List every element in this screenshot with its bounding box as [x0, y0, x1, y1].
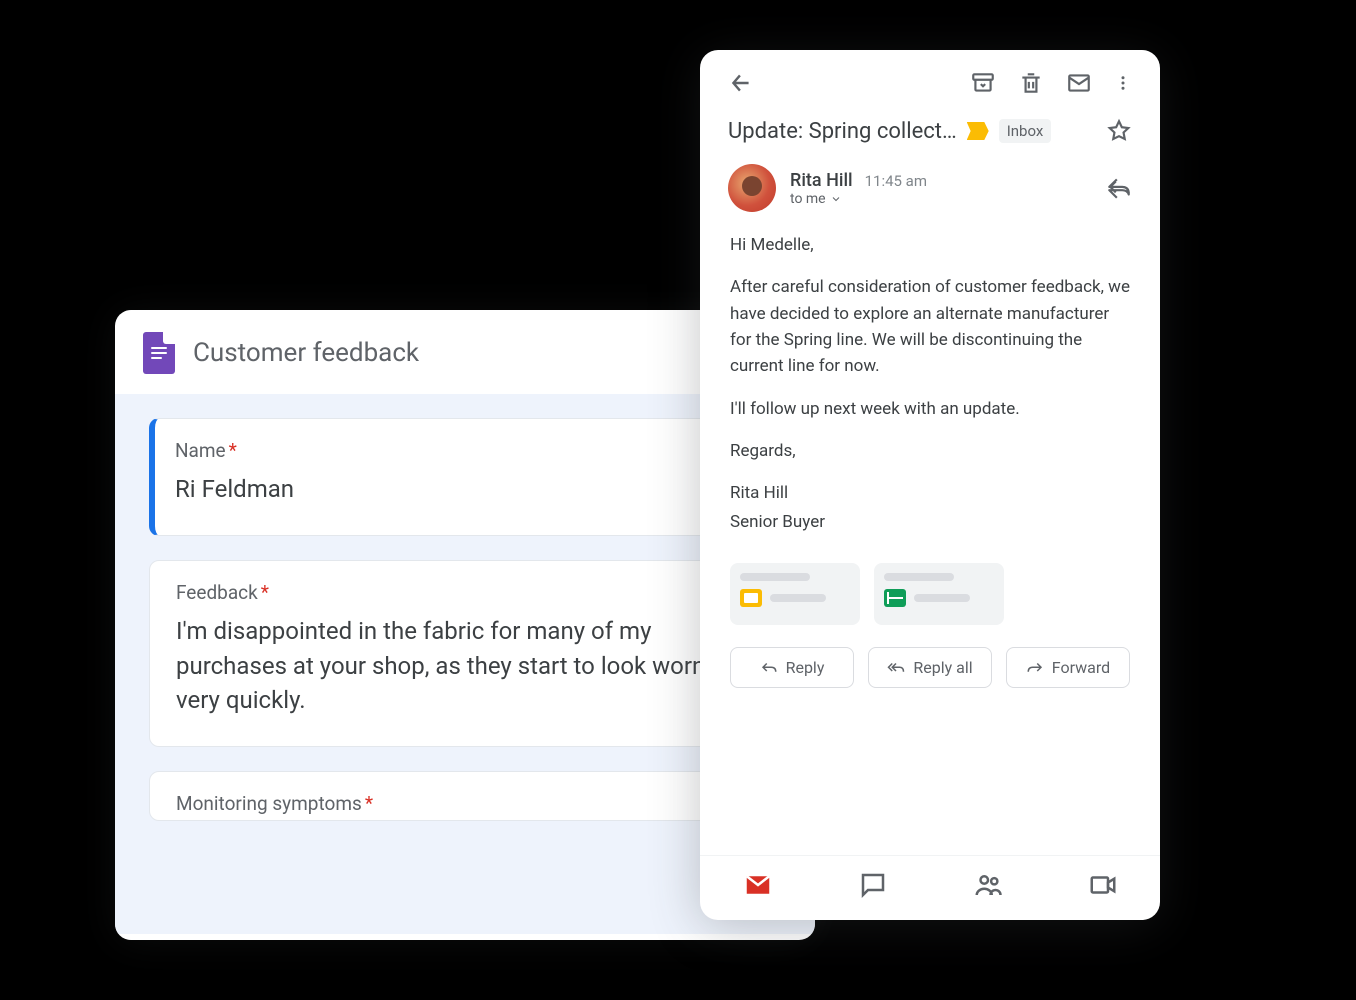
trash-icon[interactable] [1018, 70, 1044, 96]
signature-name: Rita Hill [730, 480, 1130, 506]
email-subject: Update: Spring collect… [728, 119, 957, 144]
nav-meet-icon[interactable] [1088, 870, 1118, 900]
mail-icon[interactable] [1066, 70, 1092, 96]
required-asterisk: * [229, 439, 237, 462]
required-asterisk: * [261, 581, 269, 604]
forms-title: Customer feedback [193, 338, 419, 368]
gmail-card: Update: Spring collect… Inbox Rita Hill … [700, 50, 1160, 920]
reply-label: Reply [786, 658, 825, 677]
reply-all-button[interactable]: Reply all [868, 647, 992, 688]
required-asterisk: * [365, 792, 373, 815]
sender-name: Rita Hill [790, 170, 853, 191]
nav-spaces-icon[interactable] [973, 870, 1003, 900]
question-label: Name [175, 439, 226, 462]
email-body: Hi Medelle, After careful consideration … [700, 220, 1160, 555]
question-name[interactable]: Name* Ri Feldman [149, 418, 781, 536]
forward-button[interactable]: Forward [1006, 647, 1130, 688]
nav-chat-icon[interactable] [858, 870, 888, 900]
forward-label: Forward [1052, 658, 1110, 677]
question-label: Feedback [176, 581, 258, 604]
name-value[interactable]: Ri Feldman [175, 472, 754, 507]
slides-icon [740, 589, 762, 607]
question-label: Monitoring symptoms [176, 792, 362, 815]
important-marker-icon[interactable] [967, 122, 989, 140]
signature-title: Senior Buyer [730, 509, 1130, 535]
nav-mail-icon[interactable] [743, 870, 773, 900]
question-monitoring[interactable]: Monitoring symptoms* [149, 771, 781, 821]
attachment-sheets[interactable] [874, 563, 1004, 625]
star-icon[interactable] [1106, 118, 1132, 144]
reply-all-label: Reply all [913, 658, 972, 677]
reply-button[interactable]: Reply [730, 647, 854, 688]
attachment-slides[interactable] [730, 563, 860, 625]
more-icon[interactable] [1114, 70, 1132, 96]
sender-time: 11:45 am [865, 172, 927, 190]
archive-icon[interactable] [970, 70, 996, 96]
sender-recipient[interactable]: to me [790, 191, 826, 207]
sheets-icon [884, 589, 906, 607]
body-greeting: Hi Medelle, [730, 232, 1130, 258]
forms-icon [143, 332, 175, 374]
inbox-label-chip[interactable]: Inbox [999, 119, 1052, 143]
back-icon[interactable] [728, 70, 754, 96]
feedback-value[interactable]: I'm disappointed in the fabric for many … [176, 614, 754, 718]
avatar[interactable] [728, 164, 776, 212]
reply-arrow-icon[interactable] [1106, 175, 1132, 201]
question-feedback[interactable]: Feedback* I'm disappointed in the fabric… [149, 560, 781, 747]
chevron-down-icon[interactable] [830, 193, 842, 205]
body-p2: I'll follow up next week with an update. [730, 396, 1130, 422]
body-p3: Regards, [730, 438, 1130, 464]
body-p1: After careful consideration of customer … [730, 274, 1130, 379]
